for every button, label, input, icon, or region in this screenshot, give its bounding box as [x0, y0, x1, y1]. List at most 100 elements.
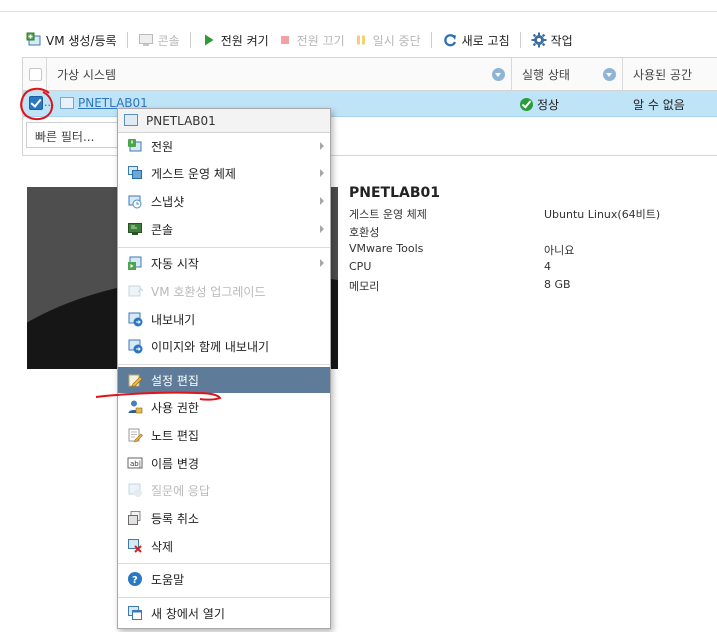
row-ellipsis: ...	[44, 96, 55, 109]
column-header-space[interactable]: 사용된 공간	[623, 58, 717, 91]
vm-icon	[124, 114, 138, 126]
menu-item-rename[interactable]: ab| 이름 변경	[118, 450, 330, 476]
menu-separator	[118, 563, 330, 564]
select-all-checkbox[interactable]	[29, 68, 42, 81]
snapshot-icon	[127, 193, 143, 209]
menu-item-label: 게스트 운영 체제	[151, 166, 236, 181]
menu-item-label: 사용 권한	[151, 400, 199, 415]
power-icon	[127, 138, 143, 154]
actions-button[interactable]: 작업	[527, 29, 577, 51]
vm-create-button[interactable]: VM 생성/등록	[22, 29, 121, 51]
menu-item-export-with-images[interactable]: 이미지와 함께 내보내기	[118, 333, 330, 359]
sort-dropdown-icon[interactable]	[492, 68, 505, 81]
menu-item-label: 새 창에서 열기	[151, 606, 225, 621]
menu-separator	[118, 364, 330, 365]
new-window-icon	[127, 605, 143, 621]
menu-item-autostart[interactable]: 자동 시작	[118, 250, 330, 276]
autostart-icon	[127, 255, 143, 271]
detail-value: 4	[544, 260, 551, 273]
submenu-arrow-icon	[320, 225, 324, 233]
console-icon	[138, 32, 154, 48]
suspend-button[interactable]: 일시 중단	[349, 29, 425, 51]
menu-item-label: 질문에 응답	[151, 483, 211, 498]
column-header-state-label: 실행 상태	[522, 68, 570, 82]
vm-create-icon	[26, 32, 42, 48]
gear-icon	[531, 32, 547, 48]
refresh-button[interactable]: 새로 고침	[438, 29, 514, 51]
menu-item-label: 내보내기	[151, 312, 196, 327]
vm-state-cell: 정상	[520, 96, 559, 113]
toolbar-separator	[430, 32, 432, 48]
menu-item-label: 이름 변경	[151, 456, 199, 471]
menu-item-label: 자동 시작	[151, 256, 199, 271]
menu-item-label: 스냅샷	[151, 194, 185, 209]
check-circle-icon	[520, 98, 533, 111]
vm-space-value: 알 수 없음	[633, 98, 685, 112]
toolbar-separator	[519, 32, 521, 48]
menu-item-label: 등록 취소	[151, 511, 199, 526]
svg-text:?: ?	[132, 575, 138, 586]
menu-item-unregister[interactable]: 등록 취소	[118, 505, 330, 531]
pause-icon	[353, 32, 369, 48]
menu-item-open-new-window[interactable]: 새 창에서 열기	[118, 600, 330, 626]
export-icon	[127, 311, 143, 327]
menu-item-label: 이미지와 함께 내보내기	[151, 339, 270, 354]
menu-item-label: 노트 편집	[151, 428, 199, 443]
console-label: 콘솔	[157, 33, 180, 48]
submenu-arrow-icon	[320, 197, 324, 205]
context-menu-header: PNETLAB01	[118, 109, 330, 133]
suspend-label: 일시 중단	[372, 33, 421, 48]
menu-item-answer-question[interactable]: 질문에 응답	[118, 477, 330, 503]
menu-item-export[interactable]: 내보내기	[118, 306, 330, 332]
menu-item-label: 전원	[151, 139, 174, 154]
play-icon	[201, 32, 217, 48]
menu-item-label: 삭제	[151, 539, 174, 554]
vm-state-label: 정상	[537, 98, 560, 112]
vm-icon	[60, 97, 74, 109]
sort-dropdown-icon[interactable]	[603, 68, 616, 81]
menu-item-edit-notes[interactable]: 노트 편집	[118, 422, 330, 448]
help-icon: ?	[127, 571, 143, 587]
stop-icon	[277, 32, 293, 48]
power-off-button[interactable]: 전원 끄기	[273, 29, 349, 51]
column-header-state[interactable]: 실행 상태	[512, 58, 623, 91]
menu-item-snapshot[interactable]: 스냅샷	[118, 188, 330, 214]
edit-settings-icon	[127, 372, 143, 388]
menu-item-label: 설정 편집	[151, 373, 199, 388]
toolbar-separator	[189, 32, 191, 48]
menu-separator	[118, 247, 330, 248]
menu-item-delete[interactable]: 삭제	[118, 533, 330, 559]
power-on-label: 전원 켜기	[220, 33, 269, 48]
refresh-label: 새로 고침	[461, 33, 510, 48]
column-header-space-label: 사용된 공간	[633, 68, 693, 82]
detail-label: 메모리	[349, 280, 380, 293]
submenu-arrow-icon	[320, 259, 324, 267]
grid-header: 가상 시스템 실행 상태 사용된 공간	[23, 58, 717, 91]
refresh-icon	[442, 32, 458, 48]
answer-question-icon	[127, 482, 143, 498]
delete-icon	[127, 538, 143, 554]
menu-item-power[interactable]: 전원	[118, 133, 330, 159]
power-on-button[interactable]: 전원 켜기	[197, 29, 273, 51]
menu-item-label: 도움말	[151, 572, 185, 587]
menu-item-console[interactable]: 콘솔	[118, 216, 330, 242]
menu-item-help[interactable]: ? 도움말	[118, 566, 330, 592]
guest-os-icon	[127, 165, 143, 181]
rename-icon: ab|	[127, 455, 143, 471]
unregister-icon	[127, 510, 143, 526]
menu-item-guest-os[interactable]: 게스트 운영 체제	[118, 160, 330, 186]
menu-item-upgrade-compat[interactable]: VM 호환성 업그레이드	[118, 278, 330, 304]
detail-label: CPU	[349, 260, 372, 273]
console-button[interactable]: 콘솔	[134, 29, 184, 51]
context-menu-title: PNETLAB01	[146, 113, 216, 128]
menu-item-edit-settings[interactable]: 설정 편집	[118, 367, 330, 393]
detail-label: 게스트 운영 체제	[349, 208, 427, 221]
menu-separator	[118, 597, 330, 598]
menu-item-permissions[interactable]: 사용 권한	[118, 394, 330, 420]
detail-label: VMware Tools	[349, 242, 424, 255]
submenu-arrow-icon	[320, 142, 324, 150]
column-header-name[interactable]: 가상 시스템	[47, 58, 512, 91]
select-all-cell	[23, 58, 47, 91]
row-checkbox[interactable]	[29, 96, 43, 110]
top-border	[0, 0, 717, 12]
